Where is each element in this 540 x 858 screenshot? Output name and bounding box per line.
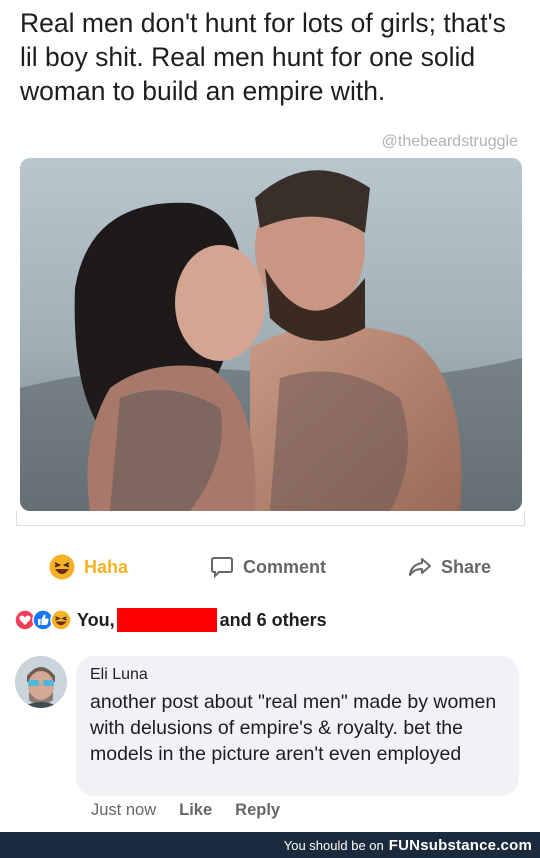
footer-brand: FUNsubstance.com <box>388 836 532 854</box>
comment-like-button[interactable]: Like <box>179 801 212 820</box>
comment-text: another post about "real men" made by wo… <box>90 691 497 765</box>
share-button[interactable]: Share <box>408 549 491 585</box>
redaction-box <box>116 608 217 632</box>
haha-button[interactable]: Haha <box>49 549 128 585</box>
footer-prefix: You should be on <box>283 837 384 853</box>
reactions-summary[interactable]: You, and 6 others <box>14 607 327 633</box>
watermark-footer: You should be on FUNsubstance.com <box>0 832 540 858</box>
post-actions-bar: Haha Comment Share <box>0 549 540 585</box>
comment-author[interactable]: Eli Luna <box>90 666 148 684</box>
haha-icon <box>49 554 75 580</box>
post-text: Real men don't hunt for lots of girls; t… <box>20 8 506 106</box>
link-preview-border <box>16 511 525 526</box>
reaction-icons <box>14 609 72 631</box>
watermark: @thebeardstruggle <box>381 133 518 150</box>
commenter-avatar[interactable] <box>15 656 67 708</box>
reactions-prefix: You, <box>77 609 115 630</box>
comment-bubble: Eli Luna another post about "real men" m… <box>76 656 519 796</box>
comment-meta: Just now Like Reply <box>91 801 303 820</box>
comment-label: Comment <box>243 556 327 577</box>
share-icon <box>408 555 432 579</box>
haha-react-icon <box>50 609 72 631</box>
comment-reply-button[interactable]: Reply <box>235 801 280 820</box>
share-label: Share <box>441 556 492 577</box>
comment-timestamp: Just now <box>91 801 157 819</box>
comment-icon <box>210 555 234 579</box>
haha-label: Haha <box>84 556 129 577</box>
reactions-suffix: and 6 others <box>219 609 327 630</box>
comment-button[interactable]: Comment <box>210 549 326 585</box>
post-photo[interactable] <box>20 158 522 511</box>
photo-illustration <box>20 158 522 511</box>
